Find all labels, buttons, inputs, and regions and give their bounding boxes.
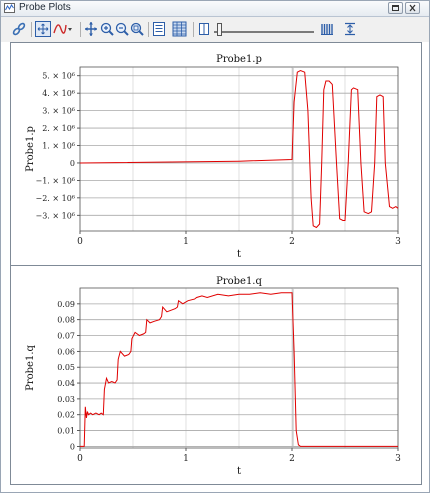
y-tick-label: 0.08 [57,316,75,325]
y-tick-label: 3. × 10⁶ [42,107,75,116]
y-tick-label: 2. × 10⁶ [42,124,75,133]
pan-icon[interactable] [84,21,98,37]
fit-icon[interactable] [35,21,51,37]
x-tick-label: 0 [77,237,83,247]
y-tick-label: 1. × 10⁶ [42,142,75,151]
x-tick-label: 3 [395,454,401,464]
y-tick-label: 0.09 [57,300,75,309]
chart-2: 0 0.01 0.02 0.03 0.04 0.05 0.06 0.07 0.08 0.09 0 1 2… [25,276,401,477]
y-tick-label: 0 [70,442,75,451]
y-tick-label: 0.05 [57,363,75,372]
y-axis-label: Probe1.p [25,126,36,172]
time-slider[interactable] [214,22,314,38]
chart-title: Probe1.q [216,276,262,287]
y-tick-label: 4. × 10⁶ [42,89,75,98]
chart-title: Probe1.p [216,54,262,65]
table-icon[interactable] [172,21,187,37]
toolbar [0,17,430,42]
title-bar: Probe Plots [0,0,430,17]
y-tick-label: 0.03 [57,395,75,404]
x-axis-label: t [237,249,241,260]
toolbar-separator [80,22,81,37]
close-button[interactable] [405,2,420,14]
grid-icon[interactable] [320,21,334,37]
y-tick-label: 0.01 [57,427,75,436]
plot-area: −3. × 10⁶ −2. × 10⁶ −1. × 10⁶ 0 1. × 10⁶ 2. ×… [10,42,422,485]
toolbar-separator [193,22,194,37]
x-tick-label: 2 [289,237,295,247]
zoom-out-icon[interactable] [115,21,129,37]
slider-track [214,31,314,33]
x-tick-label: 1 [183,454,189,464]
restore-icon [392,5,399,11]
zoom-in-icon[interactable] [100,21,114,37]
app-icon [4,3,15,13]
window-title: Probe Plots [19,2,71,13]
y-tick-label: −1. × 10⁶ [35,176,75,185]
y-tick-label: −2. × 10⁶ [35,194,75,203]
y-tick-label: 0.07 [57,332,75,341]
link-icon[interactable] [11,21,27,37]
toolbar-separator [148,22,149,37]
y-tick-label: 5. × 10⁶ [42,72,75,81]
y-axis-label: Probe1.q [25,345,36,391]
x-tick-label: 0 [77,454,83,464]
y-tick-label: −3. × 10⁶ [35,211,75,220]
y-tick-label: 0.04 [57,379,75,388]
toolbar-separator [31,22,32,37]
split-icon[interactable] [198,21,210,37]
y-tick-label: 0.06 [57,347,75,356]
x-tick-label: 2 [289,454,295,464]
export-icon[interactable] [343,21,357,37]
y-tick-label: 0 [70,159,75,168]
charts-svg: −3. × 10⁶ −2. × 10⁶ −1. × 10⁶ 0 1. × 10⁶ 2. ×… [11,54,421,477]
line-style-icon[interactable] [53,21,73,37]
chart-1: −3. × 10⁶ −2. × 10⁶ −1. × 10⁶ 0 1. × 10⁶ 2. ×… [25,54,401,260]
x-tick-label: 1 [183,237,189,247]
zoom-box-icon[interactable] [130,21,144,37]
legend-icon[interactable] [152,21,166,37]
y-tick-label: 0.02 [57,411,75,420]
x-axis-label: t [237,466,241,477]
slider-thumb[interactable] [217,23,222,36]
x-tick-label: 3 [395,237,401,247]
close-icon [409,4,416,12]
restore-button[interactable] [388,2,403,14]
